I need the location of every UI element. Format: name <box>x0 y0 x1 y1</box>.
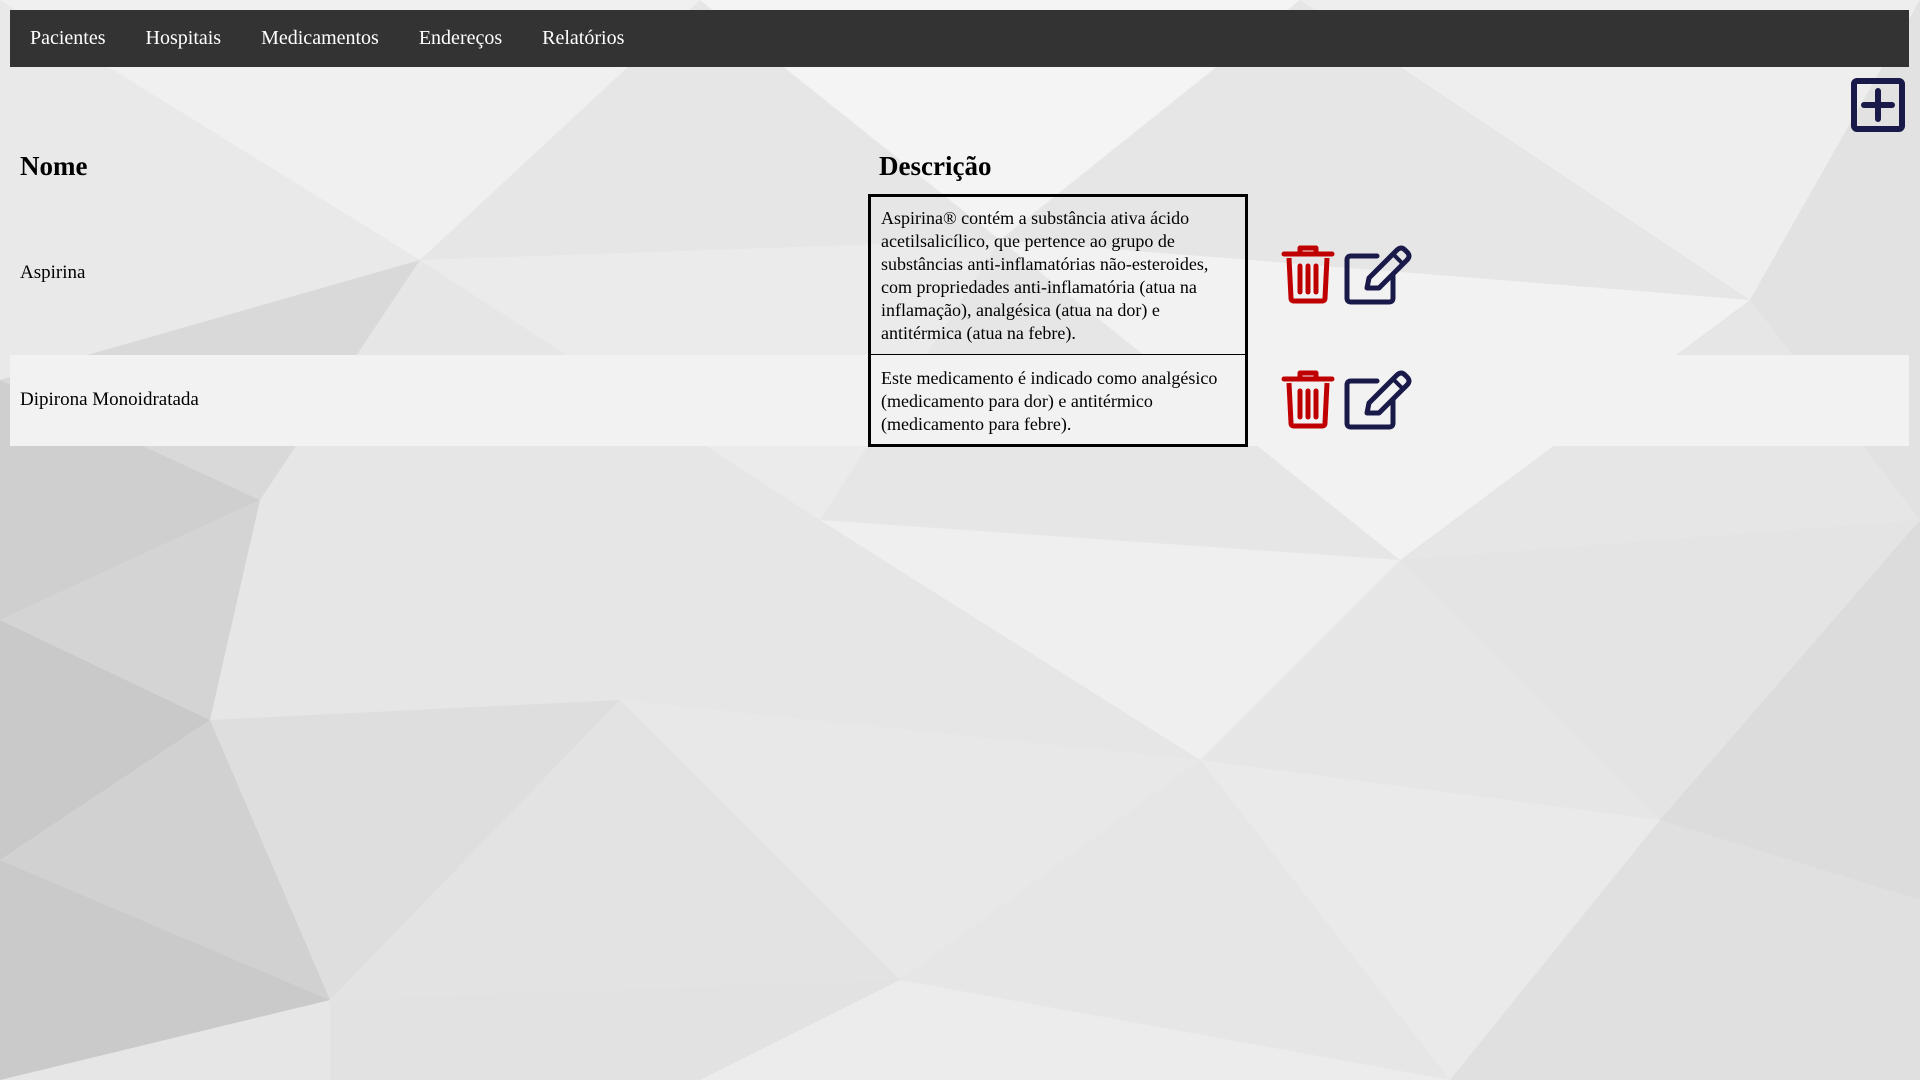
header-descricao: Descrição <box>879 151 992 181</box>
trash-icon <box>1281 370 1335 429</box>
nav-item-medicamentos[interactable]: Medicamentos <box>241 10 399 67</box>
nav-item-hospitais[interactable]: Hospitais <box>126 10 242 67</box>
edit-button[interactable] <box>1343 244 1413 311</box>
edit-button[interactable] <box>1343 369 1413 436</box>
medicine-description: Este medicamento é indicado como analgés… <box>868 355 1248 447</box>
delete-button[interactable] <box>1281 369 1335 434</box>
add-medicine-button[interactable] <box>1850 77 1906 133</box>
plus-square-icon <box>1851 78 1905 132</box>
header-nome: Nome <box>20 151 88 181</box>
pencil-square-icon <box>1344 370 1412 430</box>
pencil-square-icon <box>1344 245 1412 305</box>
table-row: Aspirina Aspirina® contém a substância a… <box>10 194 1909 357</box>
table-row: Dipirona Monoidratada Este medicamento é… <box>10 355 1909 447</box>
table-header: Nome Descrição <box>10 140 1909 194</box>
medicines-table: Nome Descrição Aspirina Aspirina® contém… <box>10 140 1909 447</box>
nav-item-pacientes[interactable]: Pacientes <box>10 10 126 67</box>
medicine-name: Aspirina <box>20 262 86 283</box>
nav-item-enderecos[interactable]: Endereços <box>399 10 522 67</box>
delete-button[interactable] <box>1281 244 1335 309</box>
medicine-name: Dipirona Monoidratada <box>20 389 199 410</box>
medicine-description: Aspirina® contém a substância ativa ácid… <box>868 194 1248 357</box>
nav-item-relatorios[interactable]: Relatórios <box>522 10 644 67</box>
top-navbar: Pacientes Hospitais Medicamentos Endereç… <box>10 10 1909 67</box>
trash-icon <box>1281 245 1335 304</box>
